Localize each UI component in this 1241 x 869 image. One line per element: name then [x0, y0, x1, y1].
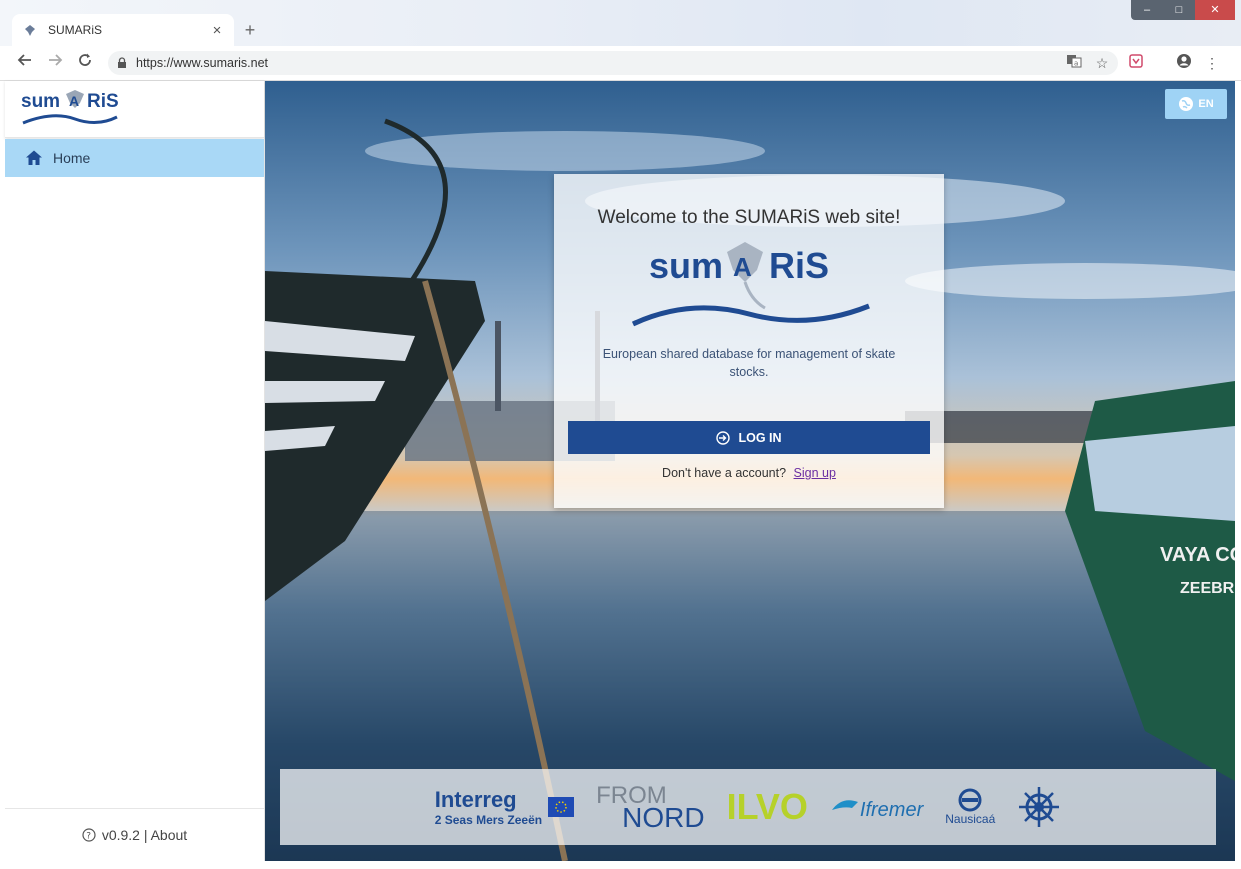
- url-text: https://www.sumaris.net: [136, 56, 268, 70]
- sumaris-favicon-icon: [22, 22, 38, 38]
- version-about-link[interactable]: ? v0.9.2 | About: [5, 808, 264, 861]
- eu-flag-icon: [548, 797, 575, 817]
- ship-wheel-icon: [1019, 787, 1060, 827]
- profile-icon[interactable]: [1174, 53, 1194, 73]
- interreg-sublabel: 2 Seas Mers Zeeën: [434, 813, 543, 827]
- svg-text:RiS: RiS: [87, 91, 119, 112]
- welcome-title: Welcome to the SUMARiS web site!: [597, 207, 901, 228]
- sidebar-logo[interactable]: sum A RiS: [5, 81, 264, 138]
- fromnord-logo: FROM NORD: [596, 784, 705, 833]
- partner-logos-bar: Interreg 2 Seas Mers Zeeën FROM NORD ILV…: [280, 769, 1216, 845]
- ifremer-logo: Ifremer: [830, 792, 923, 822]
- browser-tab[interactable]: SUMARiS ×: [12, 14, 234, 46]
- lock-icon: [118, 57, 126, 68]
- tab-title: SUMARiS: [48, 23, 103, 37]
- home-icon: [26, 150, 42, 165]
- login-label: LOG IN: [738, 430, 782, 445]
- fromnord-label-bottom: NORD: [622, 802, 705, 833]
- svg-text:A: A: [69, 93, 79, 109]
- language-label: EN: [1198, 98, 1214, 110]
- browser-toolbar: https://www.sumaris.net a ☆ ⋮: [0, 46, 1241, 81]
- ifremer-label: Ifremer: [859, 799, 924, 821]
- nausicaa-label: Nausicaá: [945, 812, 996, 826]
- help-circle-icon: ?: [82, 828, 96, 842]
- svg-text:VAYA CO: VAYA CO: [1160, 544, 1235, 566]
- reload-icon[interactable]: [74, 52, 96, 74]
- welcome-card: Welcome to the SUMARiS web site! sum A R…: [554, 174, 944, 508]
- close-window-button[interactable]: ✕: [1195, 0, 1235, 20]
- login-button[interactable]: LOG IN: [568, 421, 930, 454]
- interreg-logo: Interreg 2 Seas Mers Zeeën: [434, 787, 575, 827]
- globe-icon: [1179, 97, 1194, 111]
- interreg-label: Interreg: [434, 787, 517, 812]
- svg-text:ZEEBR: ZEEBR: [1180, 580, 1235, 597]
- window-controls: – □ ✕: [1131, 0, 1235, 20]
- sumaris-logo: sum A RiS: [554, 236, 944, 337]
- tab-close-icon[interactable]: ×: [206, 22, 228, 39]
- svg-text:a: a: [1074, 60, 1078, 68]
- svg-text:sum: sum: [649, 245, 723, 286]
- ilvo-label: ILVO: [726, 786, 808, 827]
- bookmark-star-icon[interactable]: ☆: [1092, 53, 1112, 73]
- translate-icon[interactable]: a: [1064, 53, 1084, 73]
- sidebar: sum A RiS Home ? v0.9.2 | About: [5, 81, 265, 861]
- svg-text:RiS: RiS: [769, 245, 829, 286]
- signup-row: Don't have a account? Sign up: [554, 466, 944, 480]
- ifremer-fish-icon: [831, 800, 858, 810]
- svg-text:A: A: [733, 252, 752, 282]
- address-bar[interactable]: https://www.sumaris.net: [108, 51, 1118, 75]
- back-arrow-icon[interactable]: [14, 52, 36, 74]
- ilvo-logo: ILVO: [727, 786, 808, 828]
- minimize-button[interactable]: –: [1131, 0, 1163, 20]
- maximize-button[interactable]: □: [1163, 0, 1195, 20]
- extension-icon[interactable]: [1126, 53, 1146, 73]
- svg-text:sum: sum: [21, 91, 60, 112]
- version-text: v0.9.2 | About: [101, 827, 188, 843]
- sidebar-item-label: Home: [53, 150, 91, 166]
- signup-link[interactable]: Sign up: [794, 466, 836, 480]
- language-button[interactable]: EN: [1165, 89, 1227, 119]
- sidebar-item-home[interactable]: Home: [5, 139, 264, 177]
- login-icon: [716, 430, 731, 445]
- svg-text:?: ?: [86, 832, 91, 842]
- forward-arrow-icon[interactable]: [44, 52, 66, 74]
- nausicaa-mark-icon: [958, 788, 982, 812]
- new-tab-button[interactable]: +: [238, 18, 262, 42]
- nausicaa-logo: Nausicaá: [945, 788, 995, 826]
- hero-background: VAYA CO ZEEBR EN Welcome to the SUMARiS …: [265, 81, 1235, 861]
- card-description: European shared database for management …: [602, 347, 896, 379]
- browser-tabbar: SUMARiS × + – □ ✕: [0, 0, 1241, 46]
- menu-kebab-icon[interactable]: ⋮: [1202, 53, 1222, 73]
- helm-logo: [1017, 785, 1061, 829]
- signup-prompt: Don't have a account?: [662, 466, 787, 480]
